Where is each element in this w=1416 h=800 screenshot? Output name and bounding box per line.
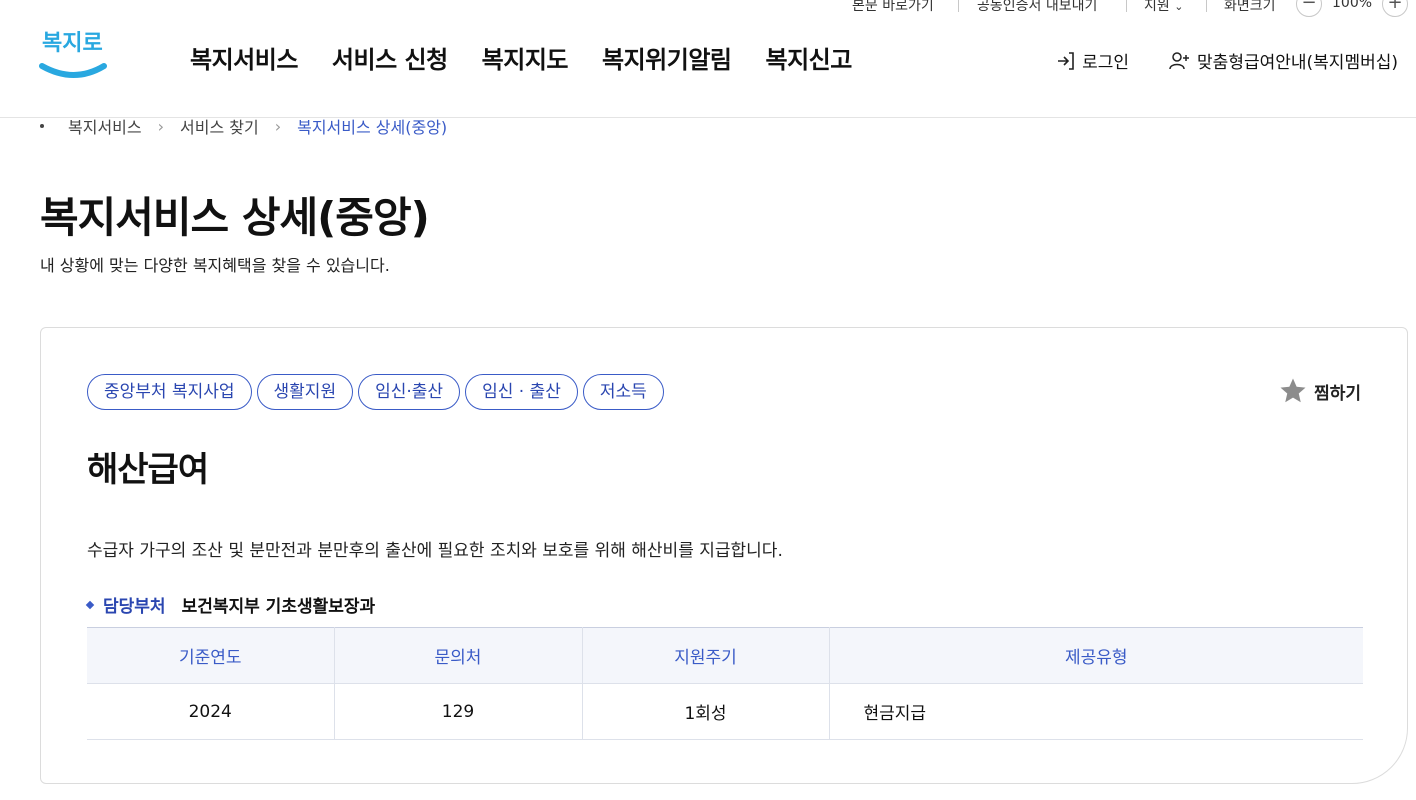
nav-item-welfare-report[interactable]: 복지신고	[765, 40, 852, 75]
tag-low-income[interactable]: 저소득	[582, 374, 664, 410]
membership-label: 맞춤형급여안내(복지멤버십)	[1197, 53, 1398, 73]
service-description: 수급자 가구의 조산 및 분만전과 분만후의 출산에 필요한 조치와 보호를 위…	[87, 541, 783, 561]
tag-central-ministry[interactable]: 중앙부처 복지사업	[87, 374, 252, 410]
tag-living-support[interactable]: 생활지원	[256, 374, 354, 410]
login-icon	[1058, 51, 1074, 70]
nav-item-welfare-map[interactable]: 복지지도	[482, 40, 569, 75]
table-header-year: 기준연도	[87, 627, 335, 684]
page-subtitle: 내 상황에 맞는 다양한 복지혜택을 찾을 수 있습니다.	[40, 256, 390, 275]
department-label: 담당부처	[103, 597, 166, 617]
login-label: 로그인	[1082, 53, 1130, 73]
login-button[interactable]: 로그인	[1056, 48, 1129, 73]
table-header-type: 제공유형	[829, 627, 1363, 684]
table-cell-year: 2024	[87, 683, 335, 740]
chevron-right-icon: ›	[157, 116, 165, 136]
table-cell-contact: 129	[334, 683, 583, 740]
membership-button[interactable]: 맞춤형급여안내(복지멤버십)	[1169, 48, 1398, 73]
header-actions: 로그인 맞춤형급여안내(복지멤버십)	[1056, 48, 1398, 73]
home-dot-icon	[40, 124, 44, 128]
table-header-cycle: 지원주기	[582, 627, 830, 684]
nav-item-welfare-service[interactable]: 복지서비스	[190, 40, 298, 75]
svg-text:복지로: 복지로	[42, 31, 103, 56]
page-title: 복지서비스 상세(중앙)	[40, 193, 430, 242]
favorite-button[interactable]: 찜하기	[1278, 376, 1361, 406]
breadcrumb-item-current: 복지서비스 상세(중앙)	[297, 118, 448, 137]
bullet-icon	[85, 600, 95, 609]
chevron-right-icon: ›	[274, 116, 282, 136]
logo-icon: 복지로	[39, 31, 107, 78]
table-header-contact: 문의처	[334, 627, 583, 684]
tag-pregnancy-birth-2[interactable]: 임신 · 출산	[465, 374, 578, 410]
star-icon	[1280, 378, 1306, 403]
favorite-label: 찜하기	[1314, 383, 1361, 404]
tag-pregnancy-birth[interactable]: 임신·출산	[358, 374, 461, 410]
breadcrumb-item-service-search[interactable]: 서비스 찾기	[180, 114, 259, 138]
main-nav: 복지서비스 서비스 신청 복지지도 복지위기알림 복지신고	[190, 40, 886, 75]
table-header-row: 기준연도 문의처 지원주기 제공유형	[87, 627, 1363, 684]
breadcrumb-item-welfare-service[interactable]: 복지서비스	[68, 114, 142, 138]
department-value: 보건복지부 기초생활보장과	[181, 597, 376, 617]
site-logo[interactable]: 복지로	[38, 26, 110, 86]
service-detail-card: 중앙부처 복지사업 생활지원 임신·출산 임신 · 출산 저소득 찜하기 해산급…	[40, 327, 1408, 784]
table-row: 2024 129 1회성 현금지급	[87, 683, 1363, 740]
service-title: 해산급여	[87, 450, 209, 490]
service-info-table: 기준연도 문의처 지원주기 제공유형 2024 129 1회성 현금지급	[87, 627, 1363, 740]
breadcrumb: 복지서비스 › 서비스 찾기 › 복지서비스 상세(중앙)	[40, 114, 447, 138]
tag-list: 중앙부처 복지사업 생활지원 임신·출산 임신 · 출산 저소득	[87, 374, 669, 410]
user-add-icon	[1169, 51, 1190, 69]
site-header: 복지로 복지서비스 서비스 신청 복지지도 복지위기알림 복지신고 로그인 맞춤…	[0, 0, 1416, 118]
table-cell-type: 현금지급	[829, 683, 1363, 740]
table-cell-cycle: 1회성	[582, 683, 830, 740]
nav-item-crisis-alert[interactable]: 복지위기알림	[602, 40, 732, 75]
nav-item-service-apply[interactable]: 서비스 신청	[332, 40, 448, 75]
department-info: 담당부처 보건복지부 기초생활보장과	[85, 592, 376, 617]
